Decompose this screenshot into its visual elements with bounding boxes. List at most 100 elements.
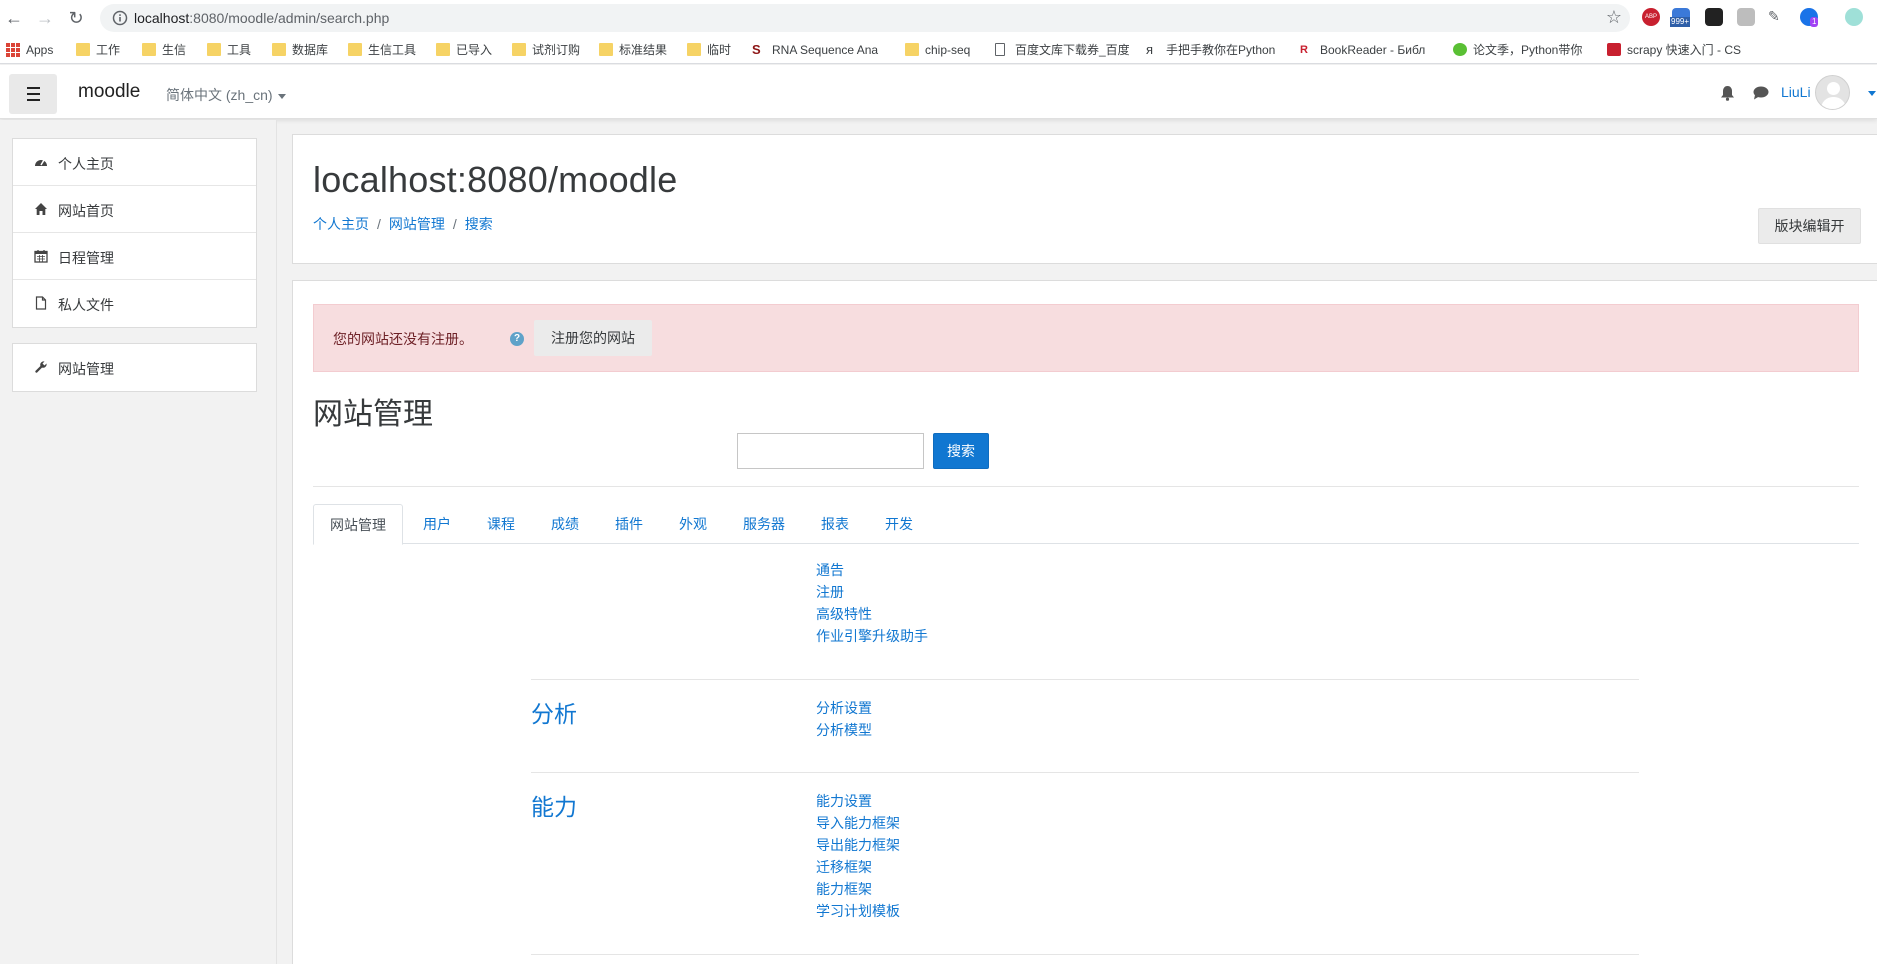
reload-icon[interactable]: ↻: [64, 6, 88, 30]
bookmark-folder[interactable]: 生信工具: [348, 41, 416, 59]
admin-tabs: 网站管理 用户 课程 成绩 插件 外观 服务器 报表 开发: [313, 504, 1859, 545]
bookmark-folder[interactable]: 标准结果: [599, 41, 667, 59]
tab-reports[interactable]: 报表: [805, 504, 865, 545]
language-menu[interactable]: 简体中文 (zh_cn): [166, 85, 286, 105]
chat-icon[interactable]: [1753, 86, 1769, 100]
trello-icon[interactable]: [1705, 8, 1723, 26]
bookmark-folder[interactable]: 数据库: [272, 41, 328, 59]
link-competency-frameworks[interactable]: 能力框架: [816, 878, 900, 900]
bookmark-folder[interactable]: 试剂订购: [512, 41, 580, 59]
link-migrate-frameworks[interactable]: 迁移框架: [816, 856, 900, 878]
bookmarks-bar: Apps 工作 生信 工具 数据库 生信工具 已导入 试剂订购 标准结果 临时 …: [0, 36, 1877, 64]
site-brand[interactable]: moodle: [78, 81, 140, 103]
forward-icon[interactable]: →: [33, 6, 57, 30]
nav-item-label: 私人文件: [58, 297, 114, 313]
browser-profile-icon[interactable]: [1845, 8, 1863, 26]
tab-appearance[interactable]: 外观: [663, 504, 723, 545]
link-registration[interactable]: 注册: [816, 581, 928, 603]
nav-item-dashboard[interactable]: 个人主页: [13, 139, 256, 186]
tab-grades[interactable]: 成绩: [535, 504, 595, 545]
link-analytics-models[interactable]: 分析模型: [816, 719, 872, 741]
divider: [531, 679, 1639, 680]
tab-development[interactable]: 开发: [869, 504, 929, 545]
folder-icon: [436, 43, 450, 56]
reader-extension-icon[interactable]: [1737, 8, 1755, 26]
calendar-icon: [34, 250, 48, 263]
back-icon[interactable]: ←: [2, 6, 26, 30]
link-notifications[interactable]: 通告: [816, 559, 928, 581]
main-content: 您的网站还没有注册。 ? 注册您的网站 网站管理 搜索 网站管理 用户 课程 成…: [292, 280, 1877, 964]
folder-icon: [207, 43, 221, 56]
tab-site-admin[interactable]: 网站管理: [313, 504, 403, 545]
notice-text: 您的网站还没有注册。: [333, 331, 473, 347]
bookmark-folder[interactable]: chip-seq: [905, 41, 970, 59]
bookmark-link[interactable]: scrapy 快速入门 - CS: [1607, 41, 1745, 59]
admin-search-input[interactable]: [737, 433, 924, 469]
info-icon[interactable]: [112, 10, 128, 26]
link-learning-plan-templates[interactable]: 学习计划模板: [816, 900, 900, 922]
url-text[interactable]: localhost:8080/moodle/admin/search.php: [134, 10, 389, 26]
bell-icon[interactable]: [1720, 85, 1735, 101]
link-competency-settings[interactable]: 能力设置: [816, 790, 900, 812]
help-icon[interactable]: ?: [510, 332, 524, 346]
nav-item-site-admin[interactable]: 网站管理: [13, 344, 256, 391]
bookmark-label: 标准结果: [619, 43, 668, 57]
bookmark-label: 百度文库下载券_百度: [1015, 43, 1129, 57]
bookmark-folder[interactable]: 已导入: [436, 41, 492, 59]
breadcrumb-item-site-admin[interactable]: 网站管理: [389, 216, 445, 232]
tab-courses[interactable]: 课程: [471, 504, 531, 545]
link-assignment-upgrade-helper[interactable]: 作业引擎升级助手: [816, 625, 928, 647]
home-icon: [35, 203, 47, 215]
bookmark-apps[interactable]: Apps: [6, 41, 53, 59]
nav-item-label: 个人主页: [58, 156, 114, 172]
bookmark-label: 已导入: [456, 43, 493, 57]
bookmark-label: BookReader - Библ: [1320, 43, 1426, 57]
section-title-competencies[interactable]: 能力: [531, 788, 577, 822]
blocks-editing-on-button[interactable]: 版块编辑开: [1758, 208, 1861, 244]
bookmark-folder[interactable]: 工作: [76, 41, 120, 59]
adblock-icon[interactable]: ABP: [1642, 8, 1660, 26]
browser-toolbar: ← → ↻ localhost:8080/moodle/admin/search…: [0, 0, 1877, 36]
user-name[interactable]: LiuLi: [1781, 84, 1811, 100]
apps-icon: [6, 43, 20, 57]
search-button[interactable]: 搜索: [933, 433, 989, 469]
avatar[interactable]: [1815, 75, 1850, 110]
tab-users[interactable]: 用户: [407, 504, 467, 545]
language-label: 简体中文 (zh_cn): [166, 87, 273, 103]
bookmark-link[interactable]: я 手把手教你在Python: [1146, 41, 1282, 59]
nav-item-home[interactable]: 网站首页: [13, 186, 256, 233]
link-import-competency-framework[interactable]: 导入能力框架: [816, 812, 900, 834]
breadcrumb-item-dashboard[interactable]: 个人主页: [313, 216, 369, 232]
bookmark-link[interactable]: 百度文库下载券_百度: [995, 41, 1129, 59]
bookmark-folder[interactable]: 工具: [207, 41, 251, 59]
bookmark-label: 手把手教你在Python: [1166, 43, 1276, 57]
tab-server[interactable]: 服务器: [727, 504, 801, 545]
bookmark-link[interactable]: 论文季，Python带你: [1453, 41, 1593, 59]
nav-item-calendar[interactable]: 日程管理: [13, 233, 256, 280]
bookmark-link[interactable]: R BookReader - Библ: [1300, 41, 1435, 59]
register-site-button[interactable]: 注册您的网站: [534, 320, 652, 356]
folder-icon: [687, 43, 701, 56]
bookmark-folder[interactable]: 生信: [142, 41, 186, 59]
nav-item-private-files[interactable]: 私人文件: [13, 280, 256, 327]
bookmark-label: 工作: [96, 43, 121, 57]
section-title-analytics[interactable]: 分析: [531, 695, 577, 729]
bookmark-folder[interactable]: 临时: [687, 41, 731, 59]
eyedropper-icon[interactable]: ✎: [1768, 8, 1786, 26]
link-advanced-features[interactable]: 高级特性: [816, 603, 928, 625]
hamburger-menu-icon[interactable]: [9, 74, 57, 114]
bookreader-icon: R: [1300, 44, 1308, 56]
translate-extension-icon[interactable]: 999+: [1670, 8, 1691, 27]
address-bar[interactable]: localhost:8080/moodle/admin/search.php ☆: [100, 4, 1630, 32]
bookmark-link[interactable]: S RNA Sequence Ana: [752, 41, 878, 59]
breadcrumb-item-search[interactable]: 搜索: [465, 216, 493, 232]
user-menu-caret-icon[interactable]: [1868, 91, 1876, 96]
file-icon: [35, 296, 47, 310]
link-analytics-settings[interactable]: 分析设置: [816, 697, 872, 719]
link-export-competency-framework[interactable]: 导出能力框架: [816, 834, 900, 856]
bookmark-star-icon[interactable]: ☆: [1606, 7, 1622, 28]
tab-plugins[interactable]: 插件: [599, 504, 659, 545]
profile-extension-icon[interactable]: 1: [1800, 8, 1819, 27]
bookmark-label: 工具: [227, 43, 252, 57]
nav-item-label: 网站首页: [58, 203, 114, 219]
